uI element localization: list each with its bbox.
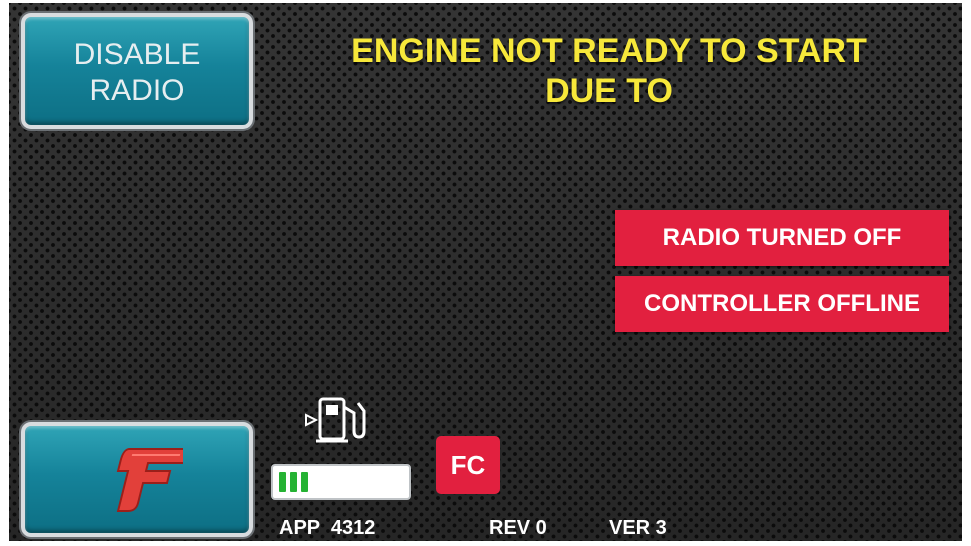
- disable-radio-button[interactable]: DISABLE RADIO: [21, 13, 253, 129]
- fc-badge-label: FC: [450, 449, 486, 480]
- footer-app: APP 4312: [279, 517, 376, 539]
- brand-logo-f-icon: [116, 448, 183, 512]
- fuel-level-segment: [301, 472, 308, 492]
- status-headline-line1: ENGINE NOT READY TO START: [351, 32, 867, 70]
- fuel-pump-icon: [305, 397, 366, 443]
- brand-logo-button[interactable]: [21, 422, 253, 537]
- alert-label: RADIO TURNED OFF: [662, 224, 902, 251]
- fuel-level-segment: [290, 472, 297, 492]
- disable-radio-label-line1: DISABLE: [73, 38, 201, 71]
- hmi-screen: DISABLE RADIO ENGINE NOT READY TO START …: [9, 3, 962, 541]
- disable-radio-label-line2: RADIO: [89, 74, 185, 107]
- footer-ver: VER 3: [609, 517, 667, 539]
- fuel-level-segment: [279, 472, 286, 492]
- alert-radio-turned-off: RADIO TURNED OFF: [615, 210, 949, 266]
- fc-badge: FC: [436, 436, 500, 494]
- disable-radio-label: DISABLE RADIO: [25, 37, 249, 109]
- alert-label: CONTROLLER OFFLINE: [644, 290, 920, 317]
- status-headline: ENGINE NOT READY TO START DUE TO: [279, 31, 939, 111]
- status-headline-line2: DUE TO: [545, 72, 673, 110]
- alert-controller-offline: CONTROLLER OFFLINE: [615, 276, 949, 332]
- fuel-level-fill: [279, 472, 403, 492]
- fuel-level-bar: [271, 464, 411, 500]
- footer-rev: REV 0: [489, 517, 547, 539]
